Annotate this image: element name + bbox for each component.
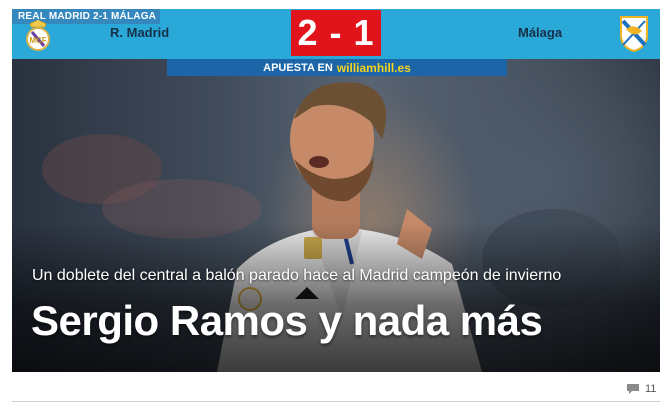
svg-text:MCF: MCF [29, 36, 46, 45]
malaga-crest-icon [620, 16, 648, 53]
away-team-name[interactable]: Málaga [518, 25, 562, 40]
comment-bubble-icon [627, 384, 639, 394]
real-madrid-crest-icon: MCF [26, 20, 50, 51]
bet-banner-brand[interactable]: williamhill.es [337, 61, 411, 75]
article-subtitle[interactable]: Un doblete del central a balón parado ha… [32, 267, 561, 285]
home-team-name[interactable]: R. Madrid [110, 25, 169, 40]
hero-image[interactable]: APUESTA EN williamhill.es Un doblete del… [12, 59, 660, 372]
scoreboard[interactable]: REAL MADRID 2-1 MÁLAGA MCF R. Madrid 2 -… [12, 9, 660, 59]
comment-count: 11 [645, 383, 657, 395]
bet-banner-label: APUESTA EN [263, 61, 333, 74]
article-headline[interactable]: Sergio Ramos y nada más [31, 297, 543, 345]
match-score[interactable]: 2 - 1 [291, 10, 381, 56]
comments-link[interactable]: 11 [626, 383, 656, 395]
betting-banner[interactable]: APUESTA EN williamhill.es [167, 59, 507, 76]
divider [12, 401, 660, 402]
